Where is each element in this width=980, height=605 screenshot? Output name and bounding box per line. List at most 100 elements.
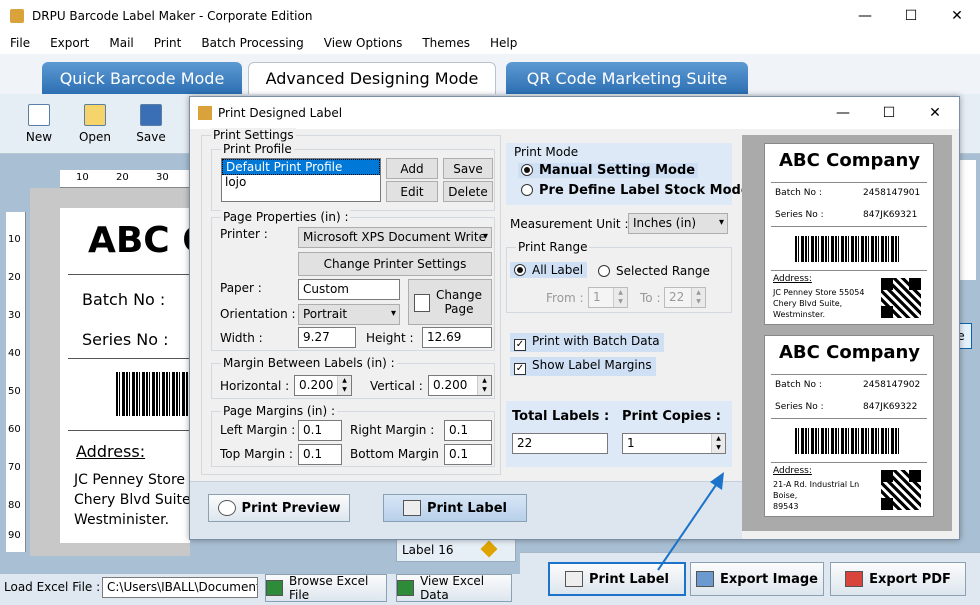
menu-view-options[interactable]: View Options xyxy=(314,36,413,50)
label-series[interactable]: Series No : xyxy=(82,330,169,349)
orientation-select[interactable]: Portrait ▾ xyxy=(298,304,400,325)
right-margin-input[interactable]: 0.1 xyxy=(444,420,492,441)
new-button[interactable]: New xyxy=(17,104,61,144)
dialog-maximize-button[interactable]: ☐ xyxy=(866,97,912,129)
show-label-margins-label: Show Label Margins xyxy=(532,358,652,372)
menu-print[interactable]: Print xyxy=(144,36,192,50)
export-pdf-button[interactable]: Export PDF xyxy=(830,562,966,596)
label-batch[interactable]: Batch No : xyxy=(82,290,165,309)
delete-profile-button[interactable]: Delete xyxy=(443,181,493,202)
predefine-mode-radio[interactable]: Pre Define Label Stock Mode xyxy=(518,183,753,198)
tab-qr-code-marketing-suite[interactable]: QR Code Marketing Suite xyxy=(506,62,748,94)
print-range-title: Print Range xyxy=(516,240,590,254)
width-input[interactable]: 9.27 xyxy=(298,327,356,348)
menu-file[interactable]: File xyxy=(0,36,40,50)
show-label-margins-checkbox[interactable]: ✓ Show Label Margins xyxy=(510,357,656,376)
excel-icon xyxy=(266,580,284,596)
change-page-text: Change Page xyxy=(436,288,482,316)
bottom-margin-input[interactable]: 0.1 xyxy=(444,444,492,465)
left-margin-input[interactable]: 0.1 xyxy=(298,420,342,441)
divider xyxy=(68,274,190,275)
preview-address-title: Address: xyxy=(773,274,812,284)
label-address-line[interactable]: Westminister. xyxy=(74,512,169,528)
menu-help[interactable]: Help xyxy=(480,36,527,50)
spinner-arrows-icon[interactable]: ▲ ▼ xyxy=(691,288,705,307)
horizontal-spinner[interactable]: 0.200 ▲ ▼ xyxy=(294,375,352,396)
close-button[interactable]: ✕ xyxy=(934,0,980,32)
all-label-radio[interactable]: All Label xyxy=(510,262,588,278)
menu-batch-processing[interactable]: Batch Processing xyxy=(191,36,313,50)
profile-item[interactable]: Default Print Profile xyxy=(222,159,380,175)
design-label[interactable]: ABC C Batch No : Series No : Address: JC… xyxy=(60,208,190,543)
add-profile-button[interactable]: Add xyxy=(386,158,438,179)
vertical-spinner[interactable]: 0.200 ▲ ▼ xyxy=(428,375,492,396)
paper-input[interactable]: Custom xyxy=(298,279,400,300)
label-address-line[interactable]: JC Penney Store xyxy=(74,472,185,488)
minimize-button[interactable]: — xyxy=(842,0,888,32)
label-address-line[interactable]: Chery Blvd Suite xyxy=(74,492,190,508)
print-mode-title: Print Mode xyxy=(514,145,579,159)
checkmark-icon: ✓ xyxy=(514,339,526,351)
manual-mode-radio[interactable]: Manual Setting Mode xyxy=(518,163,699,178)
label-company[interactable]: ABC C xyxy=(88,220,190,261)
height-input[interactable]: 12.69 xyxy=(422,327,492,348)
save-button[interactable]: Save xyxy=(129,104,173,144)
browse-excel-button[interactable]: Browse Excel File xyxy=(265,574,387,602)
label-address-title[interactable]: Address: xyxy=(76,442,145,461)
edit-profile-button[interactable]: Edit xyxy=(386,181,438,202)
arrow-head xyxy=(710,472,724,490)
preview-address-line: Boise, xyxy=(773,491,798,500)
ruler-tick: 10 xyxy=(8,234,21,245)
excel-path-input[interactable]: C:\Users\IBALL\Document xyxy=(102,577,258,598)
pencil-icon[interactable] xyxy=(480,540,498,558)
view-excel-button[interactable]: View Excel Data xyxy=(396,574,512,602)
change-printer-button[interactable]: Change Printer Settings xyxy=(298,252,492,276)
menu-themes[interactable]: Themes xyxy=(412,36,480,50)
print-preview-button[interactable]: Print Preview xyxy=(208,494,350,522)
measurement-unit-select[interactable]: Inches (in) ▾ xyxy=(628,213,728,234)
dialog-titlebar: Print Designed Label — ☐ ✕ xyxy=(190,97,959,129)
divider xyxy=(771,374,927,375)
dialog-close-button[interactable]: ✕ xyxy=(912,97,958,129)
ruler-tick: 70 xyxy=(8,462,21,473)
save-profile-button[interactable]: Save xyxy=(443,158,493,179)
dialog-minimize-button[interactable]: — xyxy=(820,97,866,129)
measurement-unit-value: Inches (in) xyxy=(633,216,697,230)
spinner-arrows-icon[interactable]: ▲ ▼ xyxy=(711,434,725,453)
print-batch-data-checkbox[interactable]: ✓ Print with Batch Data xyxy=(510,333,664,352)
label-barcode[interactable] xyxy=(116,372,190,416)
top-margin-input[interactable]: 0.1 xyxy=(298,444,342,465)
profile-item[interactable]: lojo xyxy=(222,175,380,189)
tab-advanced-designing-mode[interactable]: Advanced Designing Mode xyxy=(248,62,496,94)
selected-range-radio[interactable]: Selected Range xyxy=(598,264,710,278)
profile-list[interactable]: Default Print Profile lojo xyxy=(221,158,381,202)
print-dialog: Print Designed Label — ☐ ✕ Print Setting… xyxy=(189,96,960,540)
left-margin-label: Left Margin : xyxy=(220,423,296,437)
print-copies-spinner[interactable]: 1 ▲ ▼ xyxy=(622,433,726,454)
change-page-button[interactable]: Change Page xyxy=(408,279,492,325)
ruler-tick: 90 xyxy=(8,530,21,541)
print-copies-value: 1 xyxy=(627,436,635,450)
radio-icon xyxy=(598,265,610,277)
spinner-arrows-icon[interactable]: ▲ ▼ xyxy=(477,376,491,395)
horizontal-value: 0.200 xyxy=(299,378,334,392)
spinner-arrows-icon[interactable]: ▲ ▼ xyxy=(337,376,351,395)
spinner-arrows-icon[interactable]: ▲ ▼ xyxy=(613,288,627,307)
dialog-print-label-button[interactable]: Print Label xyxy=(383,494,527,522)
page-settings-icon xyxy=(414,294,430,312)
preview-address-line: 89543 xyxy=(773,502,799,511)
to-spinner[interactable]: 22 ▲ ▼ xyxy=(664,287,706,308)
divider xyxy=(68,358,190,359)
menu-mail[interactable]: Mail xyxy=(99,36,143,50)
total-labels-field[interactable]: 22 xyxy=(512,433,608,454)
label-16-item[interactable]: Label 16 xyxy=(396,538,516,562)
height-label: Height : xyxy=(366,331,414,345)
from-spinner[interactable]: 1 ▲ ▼ xyxy=(588,287,628,308)
preview-batch-label: Batch No : xyxy=(775,188,822,198)
maximize-button[interactable]: ☐ xyxy=(888,0,934,32)
menu-export[interactable]: Export xyxy=(40,36,99,50)
tab-quick-barcode-mode[interactable]: Quick Barcode Mode xyxy=(42,62,242,94)
ruler-tick: 80 xyxy=(8,500,21,511)
open-button[interactable]: Open xyxy=(73,104,117,144)
printer-select[interactable]: Microsoft XPS Document Write ▾ xyxy=(298,227,492,248)
